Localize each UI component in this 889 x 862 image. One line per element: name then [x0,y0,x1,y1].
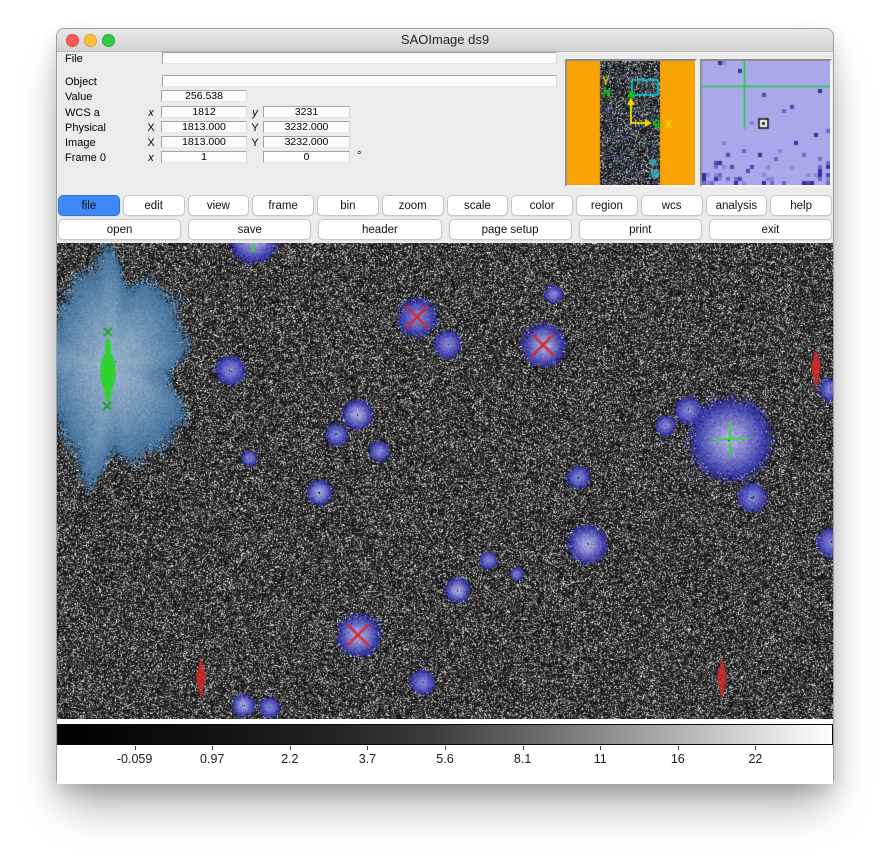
menu-bar: fileeditviewframebinzoomscalecolorregion… [57,192,833,243]
menu-row-secondary: open save header page setup print exit [58,219,832,240]
info-row-physical: Physical X 1813.000 Y 3232.000 [57,122,617,135]
menu-row-primary: fileeditviewframebinzoomscalecolorregion… [58,195,832,216]
info-row-file: File [57,53,617,66]
image-y-label: Y [249,137,261,149]
menu-button-edit[interactable]: edit [123,195,185,216]
ds9-window: SAOImage ds9 File Object Value 256.538 W… [56,28,834,782]
image-x-field[interactable]: 1813.000 [161,136,247,148]
colorbar-tick-label: 8.1 [514,752,531,766]
wcs-label: WCS a [65,107,100,119]
menu-button-save[interactable]: save [188,219,311,240]
image-x-label: X [145,137,157,149]
info-row-value: Value 256.538 [57,91,617,104]
title-bar[interactable]: SAOImage ds9 [57,29,833,52]
physical-x-field[interactable]: 1813.000 [161,121,247,133]
frame-rotate-field[interactable]: 0 [263,151,350,163]
value-label: Value [65,91,92,103]
menu-button-page-setup[interactable]: page setup [449,219,572,240]
image-display-area [57,243,833,719]
sky-image-canvas[interactable] [57,243,833,719]
physical-label: Physical [65,122,106,134]
info-panel: File Object Value 256.538 WCS a x 1812 y… [57,52,833,192]
frame-label: Frame 0 [65,152,106,164]
menu-button-view[interactable]: view [188,195,250,216]
file-field[interactable] [162,52,557,64]
physical-x-label: X [145,122,157,134]
menu-button-help[interactable]: help [770,195,832,216]
colorbar-tick-label: 0.97 [200,752,224,766]
colorbar-tick-label: 3.7 [359,752,376,766]
frame-x-label: x [145,152,157,164]
colorbar-panel: -0.059 0.97 2.2 3.7 5.6 8.1 11 16 22 [57,719,833,784]
menu-button-header[interactable]: header [318,219,441,240]
image-y-field[interactable]: 3232.000 [263,136,350,148]
info-row-wcs: WCS a x 1812 y 3231 [57,107,617,120]
menu-button-zoom[interactable]: zoom [382,195,444,216]
panner-canvas[interactable] [567,61,695,185]
magnifier-frame [700,59,832,187]
colorbar-tick-label: 22 [748,752,762,766]
menu-button-bin[interactable]: bin [317,195,379,216]
colorbar-tick [135,746,136,750]
info-row-frame: Frame 0 x 1 0 ° [57,152,617,165]
menu-button-analysis[interactable]: analysis [706,195,768,216]
colorbar-tick-label: -0.059 [117,752,152,766]
wcs-x-label: x [145,107,157,119]
degree-symbol: ° [357,150,361,162]
colorbar-tick [445,746,446,750]
menu-button-frame[interactable]: frame [252,195,314,216]
menu-button-scale[interactable]: scale [447,195,509,216]
object-label: Object [65,76,97,88]
colorbar-tick-label: 5.6 [436,752,453,766]
menu-button-print[interactable]: print [579,219,702,240]
desktop: SAOImage ds9 File Object Value 256.538 W… [0,0,889,862]
physical-y-label: Y [249,122,261,134]
frame-zoom-field[interactable]: 1 [161,151,247,163]
colorbar-tick [755,746,756,750]
menu-button-open[interactable]: open [58,219,181,240]
colorbar-tick [367,746,368,750]
image-label: Image [65,137,96,149]
info-row-image: Image X 1813.000 Y 3232.000 [57,137,617,150]
wcs-y-field[interactable]: 3231 [263,106,350,118]
menu-button-color[interactable]: color [511,195,573,216]
magnifier-canvas [702,61,830,185]
value-field[interactable]: 256.538 [161,90,247,102]
colorbar-tick [678,746,679,750]
wcs-x-field[interactable]: 1812 [161,106,247,118]
info-row-object: Object [57,76,617,89]
colorbar-tick-label: 11 [594,752,607,766]
colorbar-tick [212,746,213,750]
file-label: File [65,53,83,65]
colorbar-tick-label: 2.2 [281,752,298,766]
colorbar-scale[interactable] [57,724,833,745]
panner-frame [565,59,697,187]
menu-button-file[interactable]: file [58,195,120,216]
object-field[interactable] [162,75,557,87]
physical-y-field[interactable]: 3232.000 [263,121,350,133]
colorbar-tick-label: 16 [671,752,685,766]
wcs-y-label: y [249,107,261,119]
menu-button-region[interactable]: region [576,195,638,216]
colorbar-tick [600,746,601,750]
menu-button-wcs[interactable]: wcs [641,195,703,216]
colorbar-tick [523,746,524,750]
menu-button-exit[interactable]: exit [709,219,832,240]
window-title: SAOImage ds9 [57,32,833,47]
colorbar-tick [290,746,291,750]
